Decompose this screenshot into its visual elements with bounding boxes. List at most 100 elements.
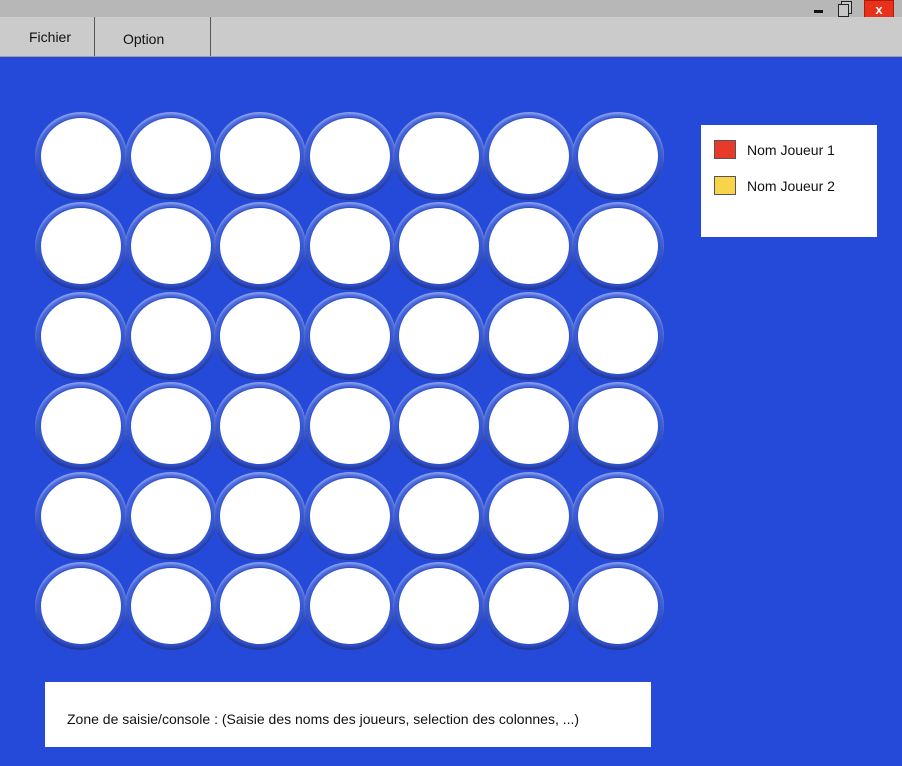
board-cell-r6-c3[interactable] (214, 562, 306, 650)
board-cell-r5-c3[interactable] (214, 472, 306, 560)
board-cell-r3-c6[interactable] (482, 292, 575, 380)
board-cell-r3-c1[interactable] (35, 292, 127, 380)
board-slot-empty (41, 118, 121, 194)
board-cell-r6-c6[interactable] (482, 562, 575, 650)
game-board (35, 112, 664, 652)
player-legend: Nom Joueur 1 Nom Joueur 2 (701, 125, 877, 237)
board-cell-r2-c5[interactable] (393, 202, 485, 290)
board-slot-empty (220, 478, 300, 554)
board-cell-r6-c2[interactable] (124, 562, 217, 650)
board-cell-r2-c7[interactable] (572, 202, 664, 290)
board-slot-empty (41, 298, 121, 374)
board-cell-r6-c4[interactable] (303, 562, 396, 650)
menu-fichier-label: Fichier (29, 29, 72, 45)
menu-option-label: Option (123, 31, 165, 47)
board-cell-r3-c3[interactable] (214, 292, 306, 380)
board-cell-r1-c6[interactable] (482, 112, 575, 200)
menu-option[interactable]: Option (95, 17, 211, 56)
board-cell-r2-c2[interactable] (124, 202, 217, 290)
board-cell-r1-c5[interactable] (393, 112, 485, 200)
board-cell-r4-c5[interactable] (393, 382, 485, 470)
board-slot-empty (130, 388, 211, 464)
board-slot-empty (130, 568, 211, 644)
board-cell-r4-c4[interactable] (303, 382, 396, 470)
board-slot-empty (578, 118, 658, 194)
minimize-button[interactable] (812, 3, 826, 15)
board-cell-r5-c6[interactable] (482, 472, 575, 560)
minimize-icon (814, 10, 823, 13)
board-cell-r2-c4[interactable] (303, 202, 396, 290)
board-cell-r1-c4[interactable] (303, 112, 396, 200)
restore-button[interactable] (836, 1, 854, 17)
board-slot-empty (488, 568, 569, 644)
board-slot-empty (220, 118, 300, 194)
board-slot-empty (130, 298, 211, 374)
board-cell-r5-c1[interactable] (35, 472, 127, 560)
board-slot-empty (578, 298, 658, 374)
board-slot-empty (488, 208, 569, 284)
close-button[interactable]: x (864, 0, 894, 18)
board-slot-empty (41, 388, 121, 464)
board-cell-r6-c5[interactable] (393, 562, 485, 650)
board-cell-r2-c6[interactable] (482, 202, 575, 290)
board-slot-empty (130, 118, 211, 194)
player-1-name: Nom Joueur 1 (747, 141, 835, 158)
console-text: Zone de saisie/console : (Saisie des nom… (67, 711, 580, 727)
board-slot-empty (309, 568, 390, 644)
board-cell-r1-c3[interactable] (214, 112, 306, 200)
board-cell-r4-c2[interactable] (124, 382, 217, 470)
board-slot-empty (220, 298, 300, 374)
board-slot-empty (399, 388, 479, 464)
board-cell-r1-c7[interactable] (572, 112, 664, 200)
board-cell-r5-c2[interactable] (124, 472, 217, 560)
board-slot-empty (578, 568, 658, 644)
legend-player-1: Nom Joueur 1 (714, 140, 835, 159)
board-slot-empty (309, 478, 390, 554)
board-cell-r3-c5[interactable] (393, 292, 485, 380)
board-cell-r4-c3[interactable] (214, 382, 306, 470)
board-cell-r4-c7[interactable] (572, 382, 664, 470)
board-slot-empty (130, 478, 211, 554)
board-slot-empty (578, 388, 658, 464)
board-cell-r4-c1[interactable] (35, 382, 127, 470)
game-window: x Fichier Option Nom Joueur 1 Nom Joueur… (0, 0, 902, 766)
board-cell-r1-c2[interactable] (124, 112, 217, 200)
board-cell-r4-c6[interactable] (482, 382, 575, 470)
board-cell-r5-c7[interactable] (572, 472, 664, 560)
board-cell-r3-c7[interactable] (572, 292, 664, 380)
board-slot-empty (578, 478, 658, 554)
board-slot-empty (578, 208, 658, 284)
board-slot-empty (41, 208, 121, 284)
player-1-color-swatch (714, 140, 736, 159)
board-slot-empty (399, 208, 479, 284)
board-slot-empty (488, 478, 569, 554)
player-2-color-swatch (714, 176, 736, 195)
menu-bar: Fichier Option (0, 17, 902, 57)
player-2-name: Nom Joueur 2 (747, 177, 835, 194)
board-slot-empty (488, 118, 569, 194)
board-cell-r6-c7[interactable] (572, 562, 664, 650)
board-slot-empty (220, 208, 300, 284)
board-slot-empty (220, 568, 300, 644)
board-cell-r5-c5[interactable] (393, 472, 485, 560)
menu-fichier[interactable]: Fichier (0, 17, 95, 56)
board-slot-empty (309, 208, 390, 284)
board-cell-r2-c1[interactable] (35, 202, 127, 290)
board-cell-r1-c1[interactable] (35, 112, 127, 200)
title-bar: x (0, 0, 902, 18)
board-slot-empty (488, 298, 569, 374)
board-slot-empty (399, 118, 479, 194)
board-cell-r6-c1[interactable] (35, 562, 127, 650)
close-icon: x (875, 1, 883, 17)
legend-player-2: Nom Joueur 2 (714, 176, 835, 195)
board-slot-empty (399, 478, 479, 554)
board-slot-empty (220, 388, 300, 464)
board-cell-r5-c4[interactable] (303, 472, 396, 560)
board-slot-empty (399, 298, 479, 374)
board-slot-empty (309, 118, 390, 194)
board-cell-r3-c4[interactable] (303, 292, 396, 380)
board-cell-r3-c2[interactable] (124, 292, 217, 380)
input-console[interactable]: Zone de saisie/console : (Saisie des nom… (45, 682, 651, 747)
board-slot-empty (130, 208, 211, 284)
board-cell-r2-c3[interactable] (214, 202, 306, 290)
